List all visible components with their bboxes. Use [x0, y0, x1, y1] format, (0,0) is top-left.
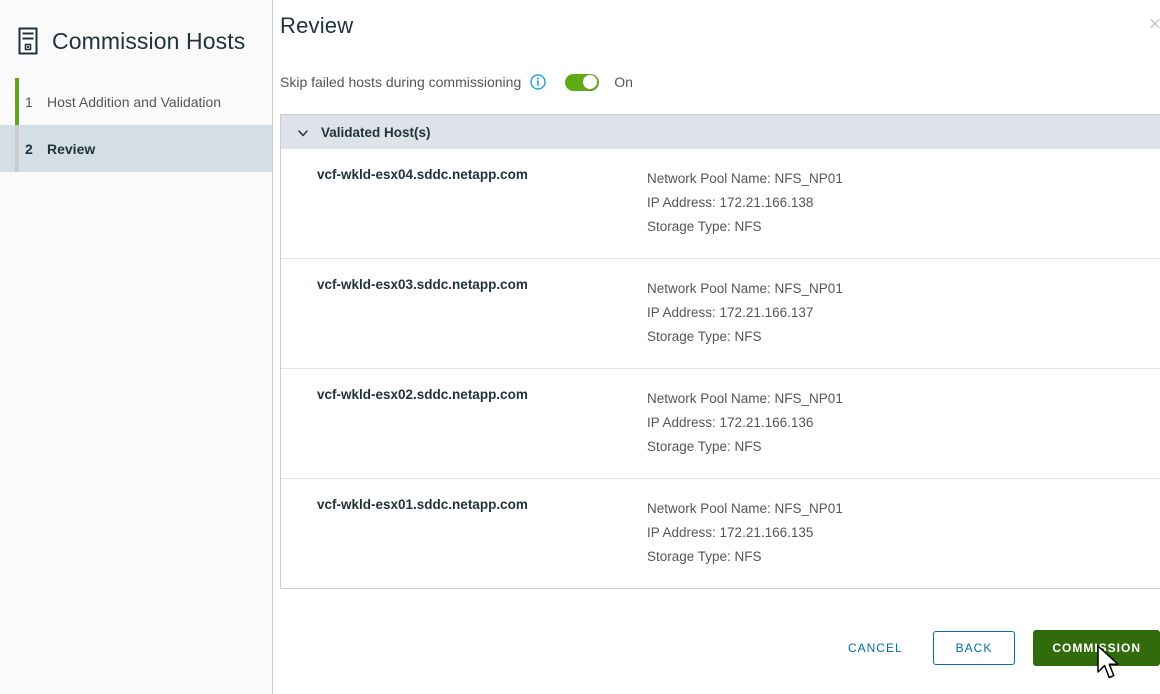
validated-hosts-panel: Validated Host(s) vcf-wkld-esx04.sddc.ne…: [280, 114, 1160, 589]
wizard-content: Review Skip failed hosts during commissi…: [273, 0, 1160, 694]
host-details: Network Pool Name: NFS_NP01 IP Address: …: [647, 277, 1160, 349]
toggle-knob: [583, 75, 597, 89]
skip-failed-hosts-row: Skip failed hosts during commissioning O…: [273, 71, 1160, 93]
validated-hosts-panel-header[interactable]: Validated Host(s): [281, 115, 1160, 149]
toggle-state-label: On: [614, 74, 633, 90]
host-name: vcf-wkld-esx02.sddc.netapp.com: [317, 387, 647, 459]
host-network-pool: Network Pool Name: NFS_NP01: [647, 387, 1160, 411]
commission-button[interactable]: COMMISSION: [1033, 630, 1160, 666]
close-icon[interactable]: [1147, 16, 1160, 32]
step-label: Review: [47, 141, 95, 157]
host-details: Network Pool Name: NFS_NP01 IP Address: …: [647, 387, 1160, 459]
sidebar-step-host-addition-and-validation[interactable]: 1 Host Addition and Validation: [0, 78, 272, 125]
commission-hosts-wizard: Commission Hosts 1 Host Addition and Val…: [0, 0, 1160, 694]
wizard-footer: CANCEL BACK COMMISSION: [836, 630, 1160, 666]
host-ip-address: IP Address: 172.21.166.136: [647, 411, 1160, 435]
skip-failed-hosts-toggle[interactable]: [565, 74, 599, 91]
host-storage-type: Storage Type: NFS: [647, 325, 1160, 349]
skip-failed-hosts-label: Skip failed hosts during commissioning: [280, 74, 521, 90]
step-label: Host Addition and Validation: [47, 94, 221, 110]
cancel-button[interactable]: CANCEL: [836, 633, 915, 663]
sidebar-header: Commission Hosts: [0, 0, 272, 68]
wizard-steps: 1 Host Addition and Validation 2 Review: [0, 78, 272, 172]
back-button[interactable]: BACK: [933, 631, 1016, 665]
host-ip-address: IP Address: 172.21.166.135: [647, 521, 1160, 545]
host-network-pool: Network Pool Name: NFS_NP01: [647, 497, 1160, 521]
step-rail-remaining: [15, 125, 19, 172]
host-network-pool: Network Pool Name: NFS_NP01: [647, 277, 1160, 301]
table-row: vcf-wkld-esx03.sddc.netapp.com Network P…: [281, 259, 1160, 369]
host-network-pool: Network Pool Name: NFS_NP01: [647, 167, 1160, 191]
host-details: Network Pool Name: NFS_NP01 IP Address: …: [647, 167, 1160, 239]
host-name: vcf-wkld-esx03.sddc.netapp.com: [317, 277, 647, 349]
table-row: vcf-wkld-esx01.sddc.netapp.com Network P…: [281, 479, 1160, 588]
host-ip-address: IP Address: 172.21.166.138: [647, 191, 1160, 215]
chevron-down-icon: [297, 126, 309, 138]
panel-header-label: Validated Host(s): [321, 125, 431, 140]
step-rail-completed: [15, 78, 19, 125]
host-storage-type: Storage Type: NFS: [647, 545, 1160, 569]
host-storage-type: Storage Type: NFS: [647, 215, 1160, 239]
step-number: 1: [25, 94, 47, 110]
table-row: vcf-wkld-esx02.sddc.netapp.com Network P…: [281, 369, 1160, 479]
wizard-sidebar: Commission Hosts 1 Host Addition and Val…: [0, 0, 273, 694]
info-icon[interactable]: [530, 74, 546, 90]
host-name: vcf-wkld-esx04.sddc.netapp.com: [317, 167, 647, 239]
table-row: vcf-wkld-esx04.sddc.netapp.com Network P…: [281, 149, 1160, 259]
wizard-title: Commission Hosts: [52, 28, 245, 55]
step-progress-rail: [15, 78, 19, 172]
host-details: Network Pool Name: NFS_NP01 IP Address: …: [647, 497, 1160, 569]
host-ip-address: IP Address: 172.21.166.137: [647, 301, 1160, 325]
sidebar-step-review[interactable]: 2 Review: [0, 125, 272, 172]
host-storage-type: Storage Type: NFS: [647, 435, 1160, 459]
server-icon: [18, 27, 38, 55]
step-number: 2: [25, 141, 47, 157]
host-name: vcf-wkld-esx01.sddc.netapp.com: [317, 497, 647, 569]
page-title: Review: [273, 0, 1160, 39]
